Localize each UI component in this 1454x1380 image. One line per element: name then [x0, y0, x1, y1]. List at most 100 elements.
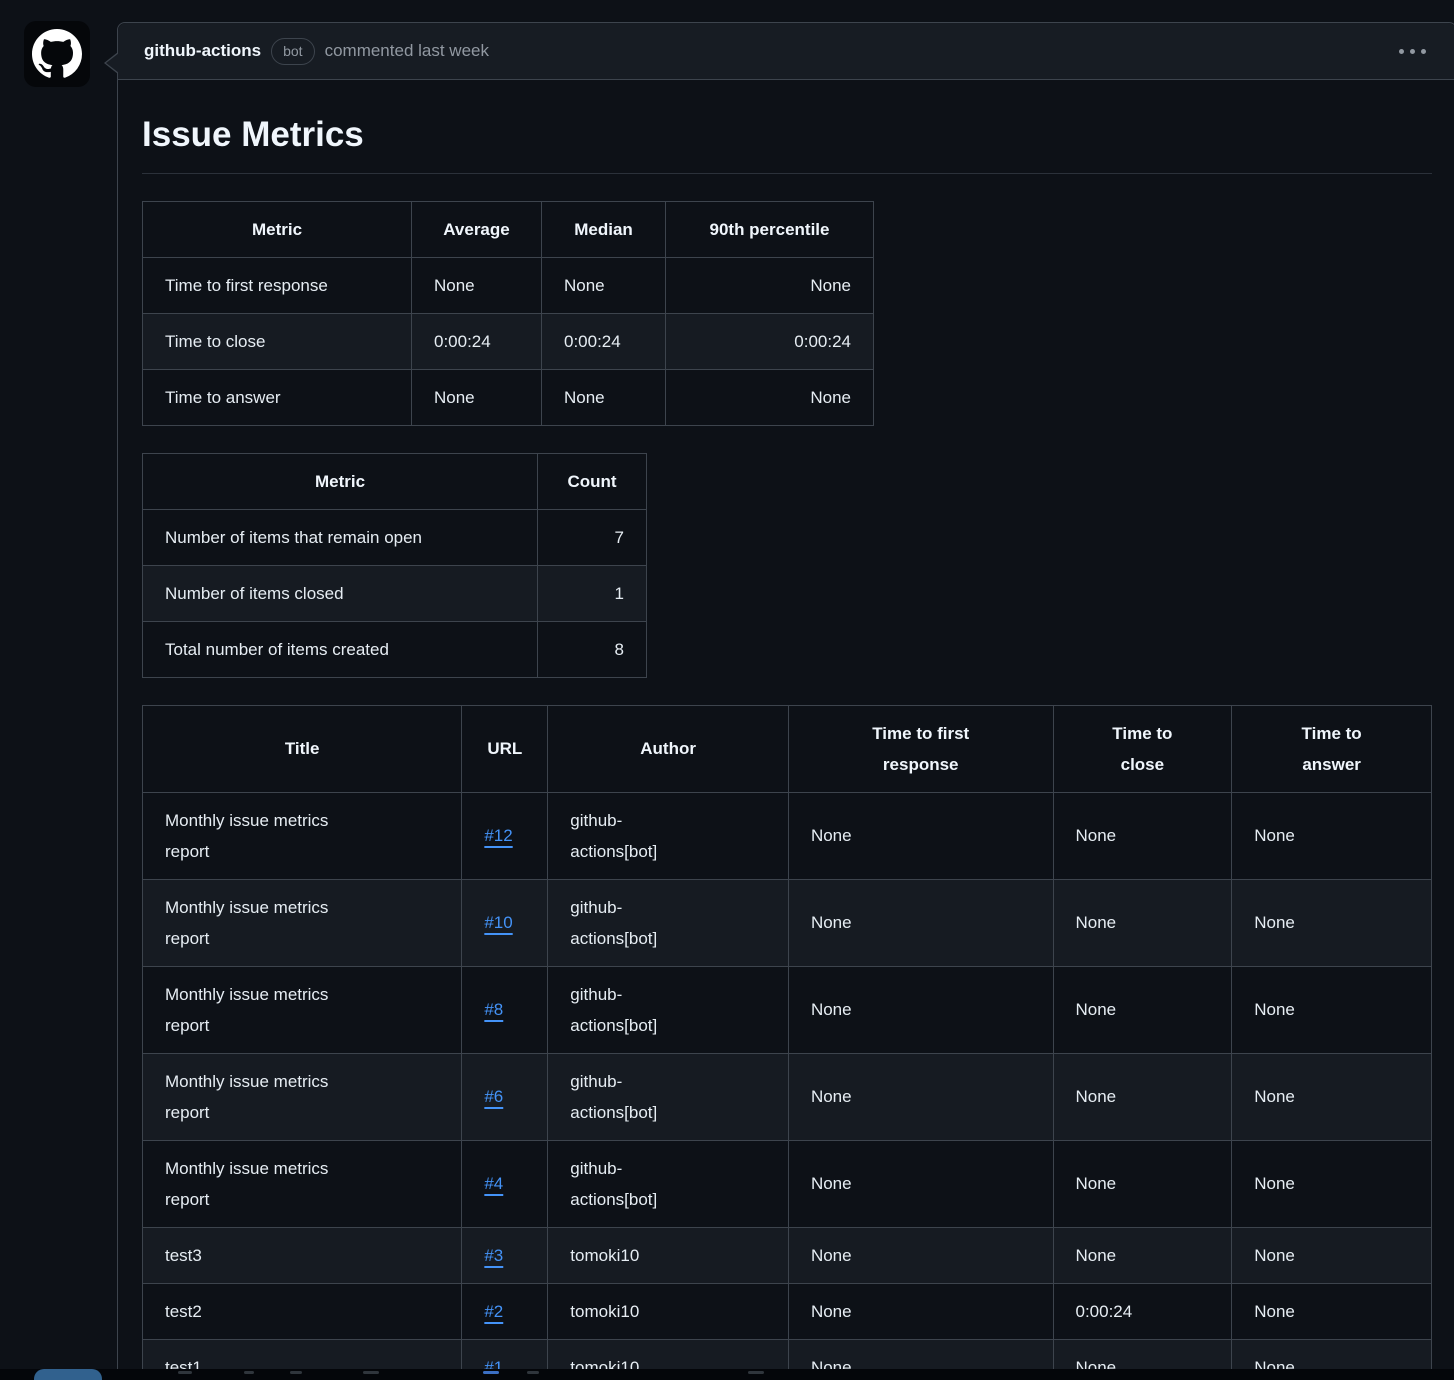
comment-timestamp[interactable]: commented last week	[325, 41, 489, 61]
cell-metric: Total number of items created	[143, 621, 538, 677]
issue-link[interactable]: #2	[484, 1302, 503, 1321]
comment-header: github-actions bot commented last week	[118, 23, 1454, 80]
cell-time-to-close: None	[1053, 792, 1232, 879]
cell-title: Monthly issue metrics report	[143, 1140, 462, 1227]
issues-table: Title URL Author Time to first response …	[142, 705, 1432, 1380]
cell-time-to-first-response: None	[788, 879, 1053, 966]
kebab-horizontal-icon	[1410, 49, 1415, 54]
table-row: Number of items that remain open 7	[143, 509, 647, 565]
issue-link[interactable]: #8	[484, 1000, 503, 1019]
cell-metric: Time to close	[143, 313, 412, 369]
issue-link[interactable]: #4	[484, 1174, 503, 1193]
kebab-horizontal-icon	[1421, 49, 1426, 54]
column-header-median: Median	[542, 201, 666, 257]
cell-url: #2	[462, 1283, 548, 1339]
cell-time-to-first-response: None	[788, 1283, 1053, 1339]
cell-title: Monthly issue metrics report	[143, 966, 462, 1053]
cell-time-to-close: None	[1053, 1227, 1232, 1283]
table-row: Monthly issue metrics report #8 github-a…	[143, 966, 1432, 1053]
cell-90th-percentile: 0:00:24	[666, 313, 874, 369]
kebab-horizontal-icon	[1399, 49, 1404, 54]
cut-link-fragment	[483, 1371, 499, 1374]
cell-time-to-first-response: None	[788, 966, 1053, 1053]
cell-time-to-first-response: None	[788, 1140, 1053, 1227]
table-row: Time to first response None None None	[143, 257, 874, 313]
issue-link[interactable]: #6	[484, 1087, 503, 1106]
cell-time-to-answer: None	[1232, 879, 1432, 966]
cell-metric: Time to answer	[143, 369, 412, 425]
column-header-time-to-close: Time to close	[1053, 705, 1232, 792]
cell-url: #12	[462, 792, 548, 879]
cell-author: tomoki10	[548, 1227, 789, 1283]
cell-title: test3	[143, 1227, 462, 1283]
next-avatar-peek	[34, 1369, 102, 1380]
cell-metric: Time to first response	[143, 257, 412, 313]
count-table: Metric Count Number of items that remain…	[142, 453, 647, 678]
cell-time-to-first-response: None	[788, 1053, 1053, 1140]
cut-text-fragment	[244, 1371, 254, 1374]
column-header-time-to-first-response: Time to first response	[788, 705, 1053, 792]
comment-caret	[104, 52, 118, 74]
table-row: Total number of items created 8	[143, 621, 647, 677]
cell-author: github-actions[bot]	[548, 1053, 789, 1140]
cell-time-to-close: 0:00:24	[1053, 1283, 1232, 1339]
cut-text-fragment	[748, 1371, 764, 1374]
cell-author: github-actions[bot]	[548, 1140, 789, 1227]
bot-avatar[interactable]	[24, 21, 90, 87]
cell-average: 0:00:24	[412, 313, 542, 369]
cut-text-fragment	[363, 1371, 379, 1374]
issue-link[interactable]: #3	[484, 1246, 503, 1265]
next-comment-strip	[0, 1369, 1454, 1380]
column-header-url: URL	[462, 705, 548, 792]
table-row: Time to close 0:00:24 0:00:24 0:00:24	[143, 313, 874, 369]
table-row: Time to answer None None None	[143, 369, 874, 425]
cell-title: Monthly issue metrics report	[143, 792, 462, 879]
issue-link[interactable]: #12	[484, 826, 512, 845]
cell-time-to-close: None	[1053, 966, 1232, 1053]
cell-time-to-answer: None	[1232, 966, 1432, 1053]
bot-badge: bot	[271, 38, 314, 65]
table-header-row: Metric Count	[143, 453, 647, 509]
cell-metric: Number of items that remain open	[143, 509, 538, 565]
issue-link[interactable]: #10	[484, 913, 512, 932]
comment-card: github-actions bot commented last week I…	[117, 22, 1454, 1380]
cell-time-to-answer: None	[1232, 1140, 1432, 1227]
kebab-menu-button[interactable]	[1397, 43, 1428, 60]
cell-average: None	[412, 257, 542, 313]
column-header-90th-percentile: 90th percentile	[666, 201, 874, 257]
table-row: Monthly issue metrics report #4 github-a…	[143, 1140, 1432, 1227]
column-header-average: Average	[412, 201, 542, 257]
cell-title: Monthly issue metrics report	[143, 1053, 462, 1140]
cell-title: Monthly issue metrics report	[143, 879, 462, 966]
table-row: Monthly issue metrics report #12 github-…	[143, 792, 1432, 879]
column-header-metric: Metric	[143, 453, 538, 509]
stats-table: Metric Average Median 90th percentile Ti…	[142, 201, 874, 426]
page-background: github-actions bot commented last week I…	[0, 0, 1454, 1380]
table-header-row: Title URL Author Time to first response …	[143, 705, 1432, 792]
cell-author: github-actions[bot]	[548, 966, 789, 1053]
table-row: test3 #3 tomoki10 None None None	[143, 1227, 1432, 1283]
cell-title: test2	[143, 1283, 462, 1339]
cell-90th-percentile: None	[666, 257, 874, 313]
cell-median: None	[542, 369, 666, 425]
cell-count: 1	[538, 565, 647, 621]
column-header-metric: Metric	[143, 201, 412, 257]
cell-metric: Number of items closed	[143, 565, 538, 621]
cell-url: #4	[462, 1140, 548, 1227]
cell-90th-percentile: None	[666, 369, 874, 425]
cut-text-fragment	[178, 1371, 192, 1374]
cell-count: 7	[538, 509, 647, 565]
cell-median: 0:00:24	[542, 313, 666, 369]
cut-text-fragment	[290, 1371, 302, 1374]
comment-author[interactable]: github-actions	[144, 41, 261, 61]
cell-url: #10	[462, 879, 548, 966]
cell-url: #8	[462, 966, 548, 1053]
cell-url: #6	[462, 1053, 548, 1140]
table-row: Monthly issue metrics report #10 github-…	[143, 879, 1432, 966]
column-header-title: Title	[143, 705, 462, 792]
table-row: Monthly issue metrics report #6 github-a…	[143, 1053, 1432, 1140]
cell-average: None	[412, 369, 542, 425]
cell-url: #3	[462, 1227, 548, 1283]
cell-author: github-actions[bot]	[548, 792, 789, 879]
cell-time-to-close: None	[1053, 1053, 1232, 1140]
